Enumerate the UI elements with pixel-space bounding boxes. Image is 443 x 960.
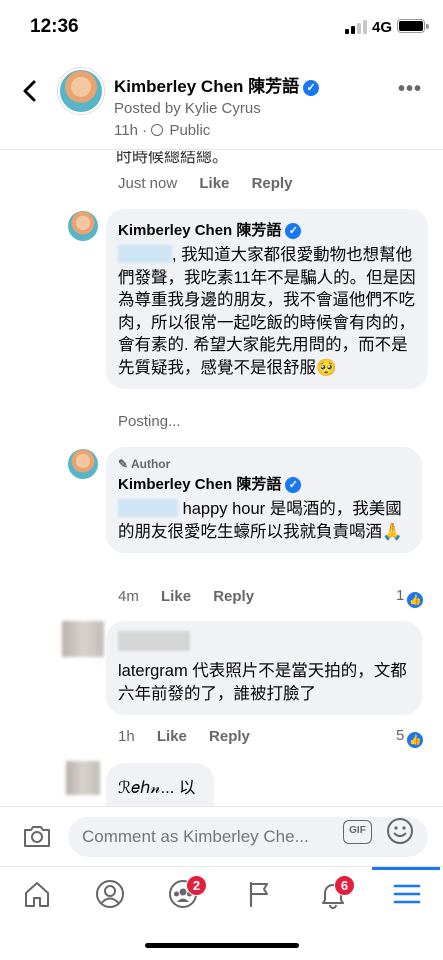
like-button[interactable]: Like (157, 728, 187, 745)
comment-body: , 我知道大家都很愛動物也想幫他們發聲，我吃素11年不是騙人的。但是因為尊重我身… (118, 246, 416, 377)
comment-text: happy hour 是喝酒的，我美國的朋友很愛吃生蠔所以我就負責喝酒🙏 (118, 498, 410, 543)
comment-thread: 时時候總結總。 Just now Like Reply Kimberley Ch… (0, 151, 443, 806)
nav-menu[interactable] (384, 877, 430, 917)
comment-text: latergram 代表照片不是當天拍的，文都六年前發的了，誰被打臉了 (118, 662, 407, 703)
reaction-count[interactable]: 1 👍 (396, 587, 425, 609)
commenter-avatar[interactable] (68, 449, 98, 479)
camera-icon[interactable] (22, 823, 52, 849)
comment-author-label[interactable]: Kimberley Chen 陳芳語 (118, 222, 281, 239)
more-options-button[interactable]: ••• (398, 78, 422, 101)
home-indicator (145, 943, 299, 948)
active-tab-indicator (372, 867, 440, 870)
post-time[interactable]: 11h (114, 122, 138, 139)
notifications-badge: 6 (334, 875, 355, 896)
reaction-number: 1 (396, 587, 405, 604)
comment-text: , 我知道大家都很愛動物也想幫他們發聲，我吃素11年不是騙人的。但是因為尊重我身… (118, 244, 416, 379)
comment-input[interactable] (68, 817, 428, 857)
profile-icon (96, 880, 124, 908)
nav-notifications[interactable]: 6 (310, 875, 356, 917)
post-header: Kimberley Chen 陳芳語 ✓ Posted by Kylie Cyru… (0, 54, 443, 150)
gif-icon[interactable]: GIF (343, 820, 372, 844)
comment-text: ℛ𝑒ℎ𝓃... 以 (118, 779, 196, 797)
comment-bubble[interactable]: ℛ𝑒ℎ𝓃... 以 (106, 763, 214, 806)
dot-separator: · (142, 122, 152, 139)
emoji-icon[interactable] (386, 817, 414, 845)
commenter-avatar[interactable] (62, 621, 104, 657)
back-button[interactable] (14, 74, 48, 108)
like-reaction-icon: 👍 (406, 591, 425, 609)
home-icon (25, 882, 49, 907)
reply-button[interactable]: Reply (213, 588, 254, 605)
posting-status: Posting... (118, 413, 181, 430)
author-badge: ✎ Author (118, 457, 171, 471)
comment-bubble[interactable]: Kimberley Chen 陳芳語 ✓ , 我知道大家都很愛動物也想幫他們發聲，… (106, 209, 428, 389)
comment-actions: 4m Like Reply (118, 588, 272, 605)
comment-actions: 1h Like Reply (118, 728, 268, 745)
status-time: 12:36 (30, 16, 79, 37)
menu-icon (393, 884, 421, 904)
comment-time: Just now (118, 175, 178, 192)
like-button[interactable]: Like (199, 175, 229, 192)
comment-bubble[interactable]: latergram 代表照片不是當天拍的，文都六年前發的了，誰被打臉了 (106, 621, 422, 715)
cut-off-text: 时時候總結總。 (116, 151, 229, 166)
blurred-commenter-name (118, 631, 190, 651)
comment-author[interactable]: Kimberley Chen 陳芳語 ✓ (118, 473, 410, 494)
network-type: 4G (372, 19, 393, 36)
chevron-left-icon (23, 80, 36, 102)
verified-icon: ✓ (285, 223, 302, 239)
signal-icon (345, 20, 367, 34)
comment-bubble[interactable]: ✎ Author Kimberley Chen 陳芳語 ✓ happy hour … (106, 447, 422, 553)
audience-label: Public (169, 122, 211, 139)
comment-bar (0, 806, 443, 866)
blurred-mention (118, 245, 172, 263)
like-reaction-icon: 👍 (406, 731, 425, 749)
status-bar: 12:36 4G (0, 0, 443, 54)
blurred-mention (118, 499, 178, 517)
comment-actions: Just now Like Reply (118, 175, 310, 192)
posted-by: Posted by Kylie Cyrus (114, 100, 261, 117)
nav-groups[interactable]: 2 (160, 875, 207, 917)
commenter-avatar[interactable] (68, 211, 98, 241)
verified-icon: ✓ (303, 80, 320, 96)
pages-flag-icon (249, 881, 268, 908)
comment-time: 1h (118, 728, 135, 745)
page-name[interactable]: Kimberley Chen 陳芳語 ✓ (114, 72, 320, 97)
like-button[interactable]: Like (161, 588, 191, 605)
verified-icon: ✓ (285, 477, 302, 493)
reply-button[interactable]: Reply (252, 175, 293, 192)
nav-profile[interactable] (87, 877, 133, 917)
groups-badge: 2 (186, 875, 207, 896)
page-avatar[interactable] (58, 68, 104, 114)
comment-author[interactable]: Kimberley Chen 陳芳語 ✓ (118, 219, 416, 240)
comment-author-label[interactable]: Kimberley Chen 陳芳語 (118, 476, 281, 493)
battery-icon (397, 19, 429, 33)
nav-home[interactable] (14, 877, 60, 917)
nav-pages[interactable] (236, 877, 282, 917)
globe-icon (151, 124, 164, 136)
reaction-count[interactable]: 5 👍 (396, 727, 425, 749)
post-meta: 11h · Public (114, 122, 210, 139)
comment-time: 4m (118, 588, 139, 605)
commenter-avatar[interactable] (66, 761, 100, 795)
reaction-number: 5 (396, 727, 405, 744)
page-name-label[interactable]: Kimberley Chen 陳芳語 (114, 77, 299, 96)
reply-button[interactable]: Reply (209, 728, 250, 745)
author-label: Author (130, 457, 171, 471)
